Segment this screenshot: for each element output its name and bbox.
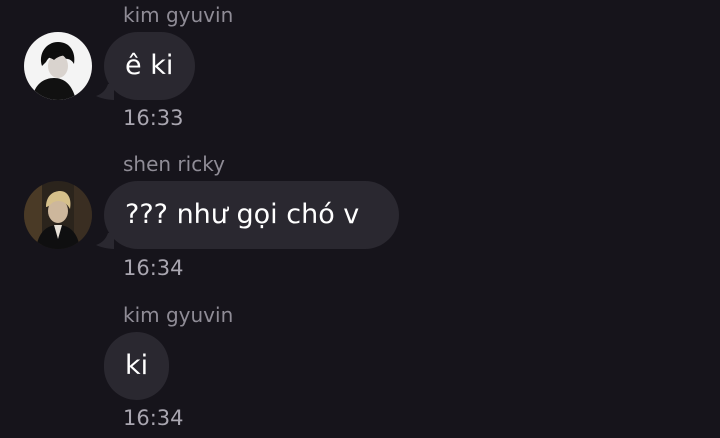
bubble-tail-icon	[96, 233, 114, 249]
message-sender-name: kim gyuvin	[123, 303, 234, 327]
message-text: ê ki	[125, 50, 174, 81]
message-text: ki	[125, 350, 149, 381]
message-bubble[interactable]: ki	[104, 332, 169, 400]
message-sender-name: shen ricky	[123, 152, 225, 176]
avatar[interactable]	[24, 32, 92, 100]
bubble-tail-icon	[96, 84, 114, 100]
message-bubble[interactable]: ê ki	[104, 32, 195, 100]
avatar-image	[24, 32, 92, 100]
message-sender-name: kim gyuvin	[123, 3, 234, 27]
message-bubble[interactable]: ??? như gọi chó v	[104, 181, 399, 249]
message-text: ??? như gọi chó v	[125, 199, 360, 230]
message-timestamp: 16:34	[123, 256, 184, 280]
avatar-image	[24, 181, 92, 249]
avatar[interactable]	[24, 181, 92, 249]
message-timestamp: 16:33	[123, 106, 184, 130]
message-timestamp: 16:34	[123, 406, 184, 430]
